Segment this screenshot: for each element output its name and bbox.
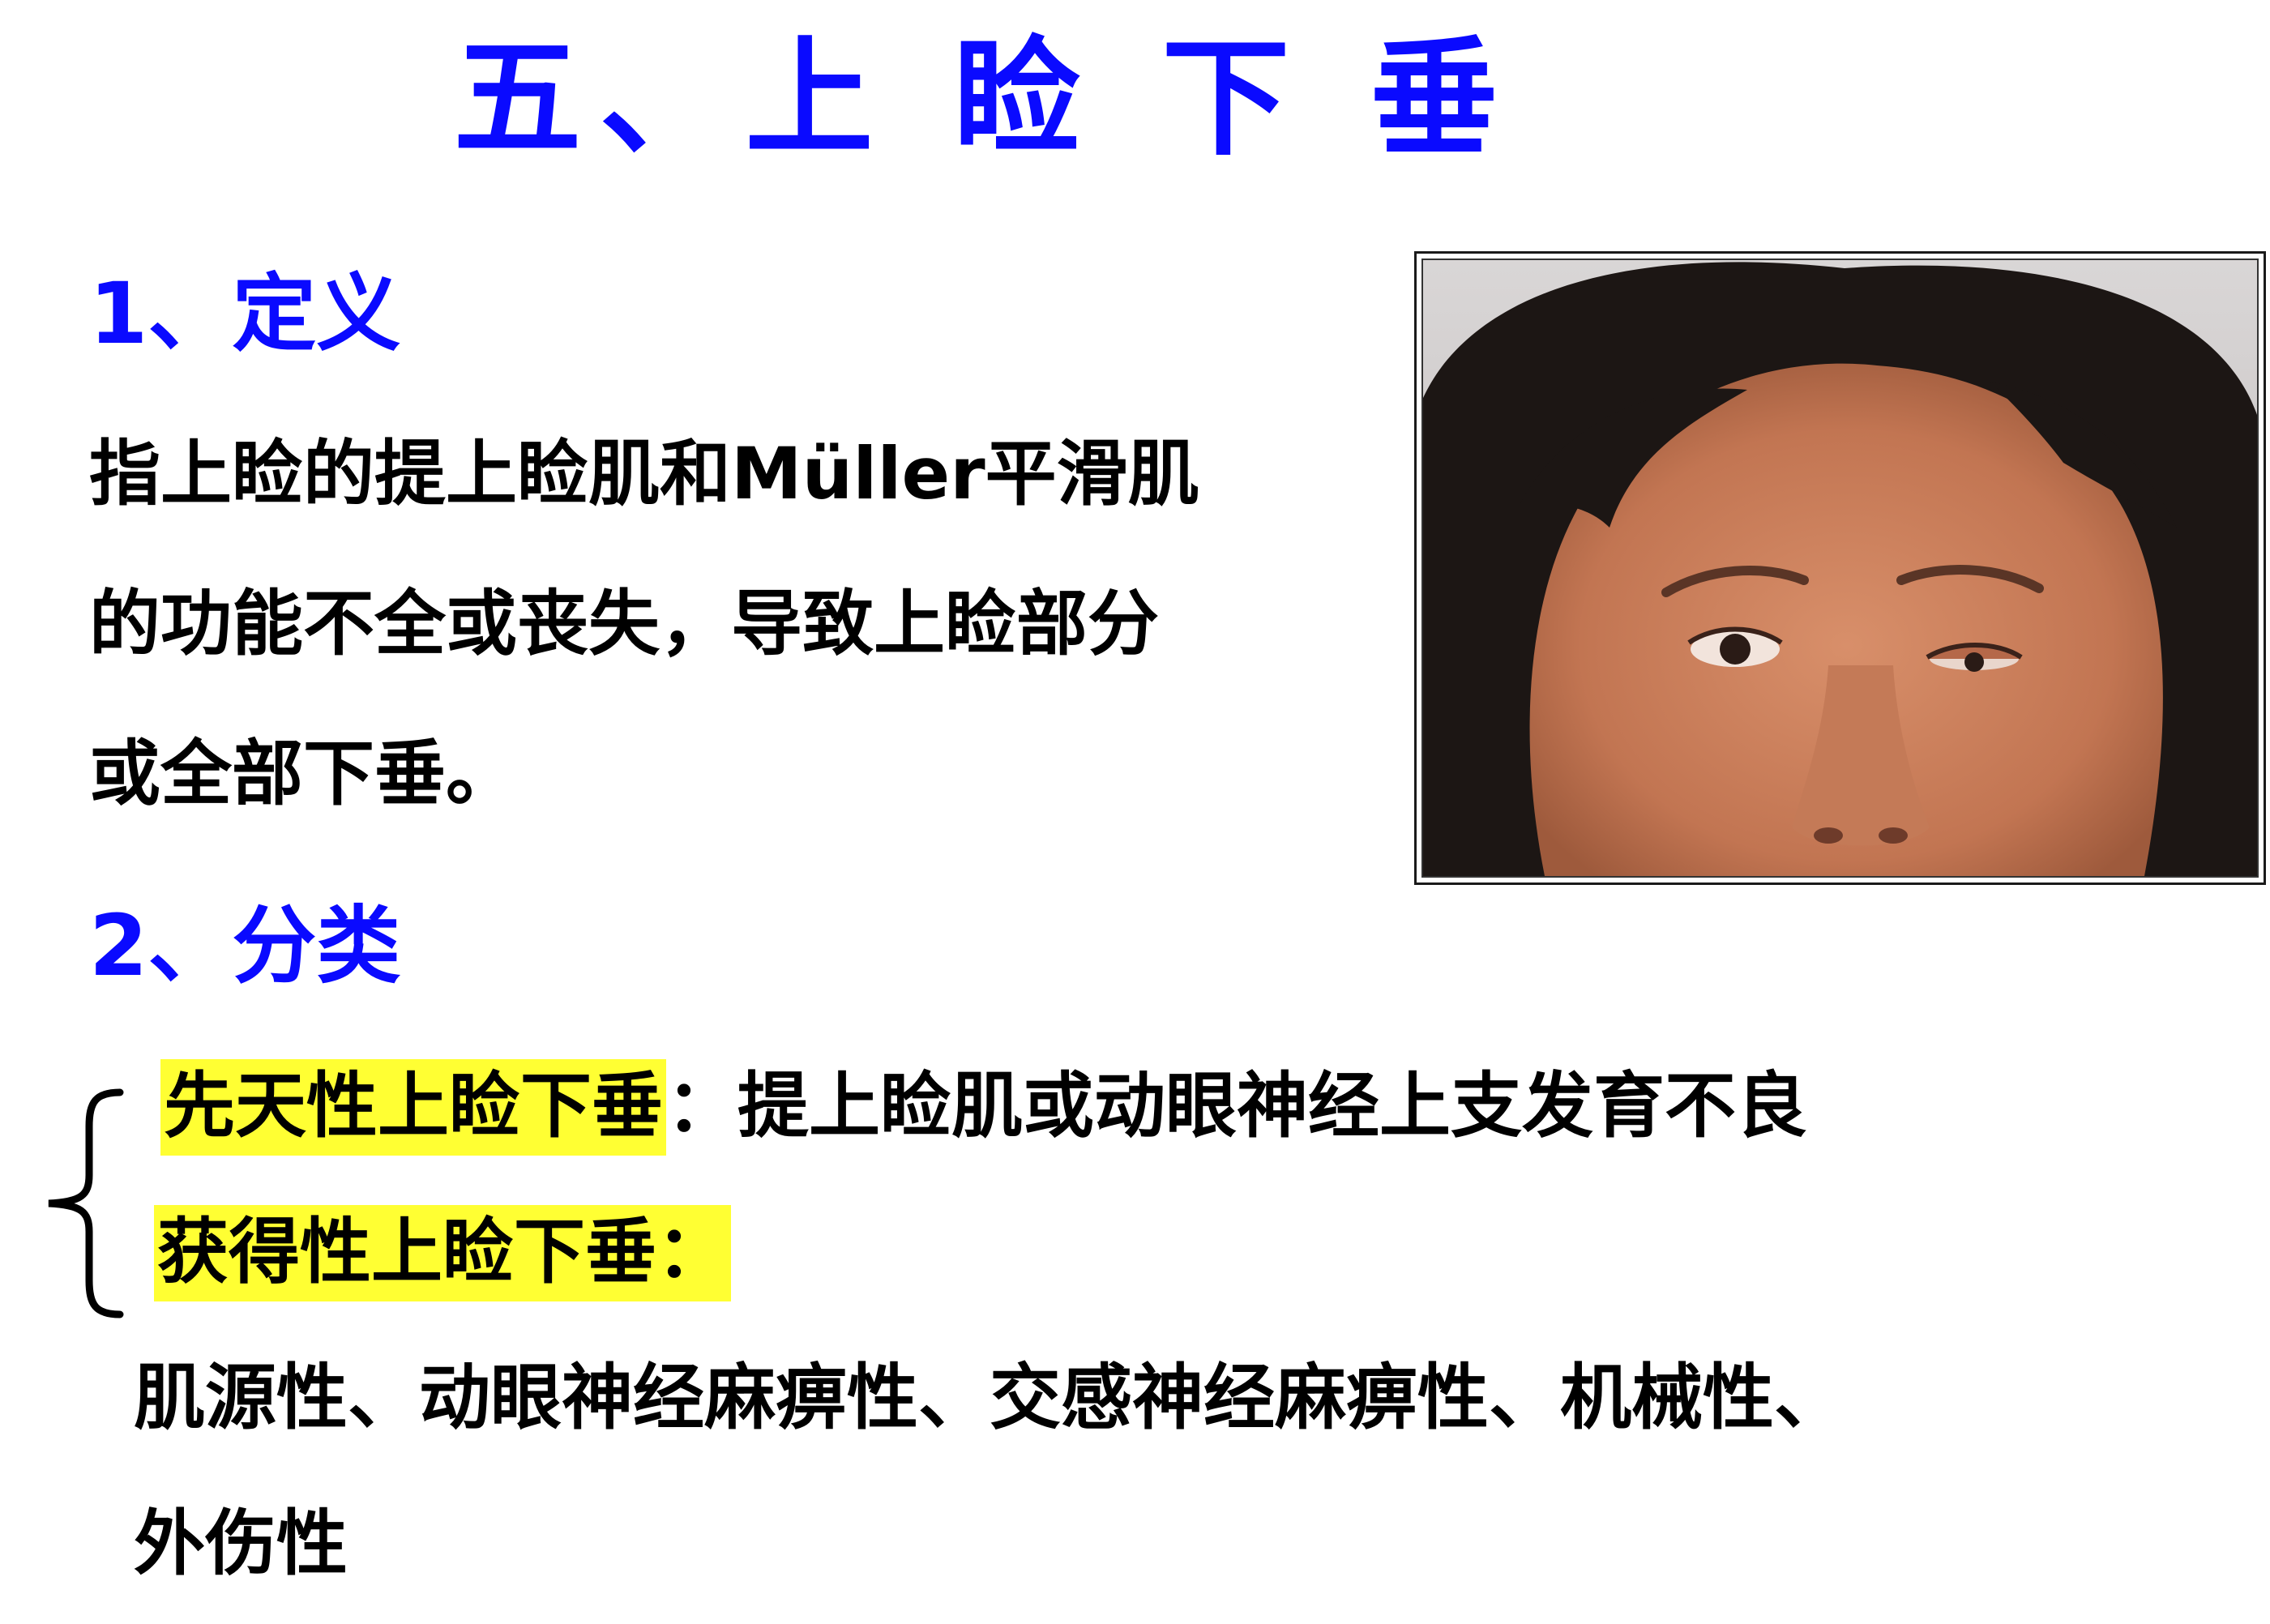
section-heading-definition: 1、定义 (89, 264, 401, 363)
congenital-description: 提上睑肌或动眼神经上支发育不良 (737, 1064, 1808, 1147)
acquired-label: 获得性上睑下垂： (154, 1205, 732, 1301)
congenital-label: 先天性上睑下垂 (160, 1059, 667, 1156)
congenital-row: 先天性上睑下垂：提上睑肌或动眼神经上支发育不良 (160, 1059, 1808, 1156)
curly-brace-icon (48, 1088, 124, 1318)
definition-line-3: 或全部下垂。 (89, 732, 518, 815)
definition-line-2: 的功能不全或丧失，导致上睑部分 (89, 582, 1160, 665)
patient-face-photo (1421, 259, 2259, 878)
definition-line-1: 指上睑的提上睑肌和Müller平滑肌 (89, 432, 1199, 515)
acquired-causes-line-1: 肌源性、动眼神经麻痹性、交感神经麻痹性、机械性、 (134, 1356, 1846, 1439)
acquired-row: 获得性上睑下垂： (154, 1205, 732, 1301)
acquired-causes-line-2: 外伤性 (134, 1502, 348, 1585)
section-heading-classification: 2、分类 (89, 896, 401, 995)
slide-title: 五、上 睑 下 垂 (453, 24, 1516, 173)
congenital-colon: ： (666, 1064, 738, 1147)
patient-photo-frame (1414, 251, 2266, 885)
